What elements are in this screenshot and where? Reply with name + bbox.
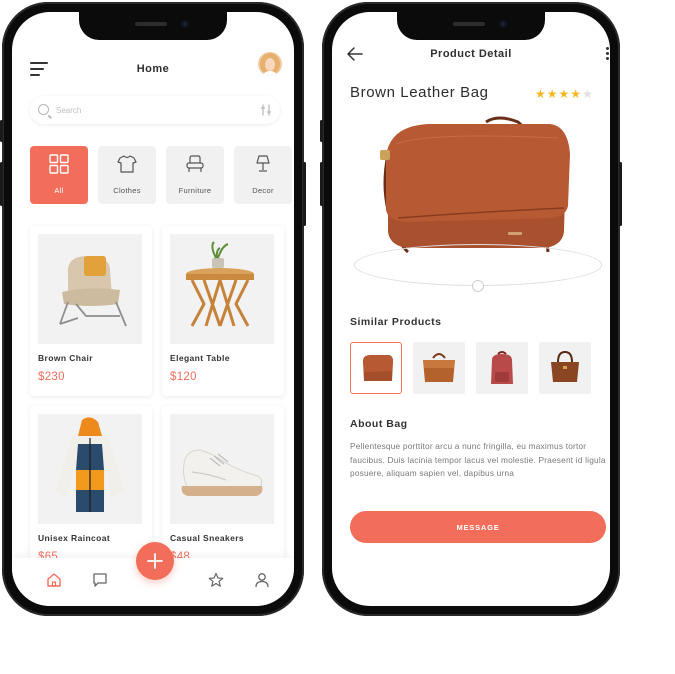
lamp-icon xyxy=(256,155,270,172)
similar-products-heading: Similar Products xyxy=(350,316,442,328)
star-icon[interactable] xyxy=(208,572,224,588)
category-label: Decor xyxy=(252,186,274,195)
category-label: Furniture xyxy=(178,186,212,195)
more-options-icon[interactable] xyxy=(606,47,610,62)
star-filled-icon: ★ xyxy=(570,87,582,101)
search-bar xyxy=(30,96,280,124)
similar-product-4[interactable] xyxy=(539,342,591,394)
product-card-casual-sneakers[interactable]: Casual Sneakers $48 xyxy=(162,406,284,576)
side-button xyxy=(320,162,323,206)
side-button xyxy=(619,162,622,226)
category-label: All xyxy=(54,186,64,195)
avatar[interactable] xyxy=(258,52,282,76)
product-name: Elegant Table xyxy=(170,353,230,363)
home-header: Home xyxy=(12,50,294,90)
home-screen: Home All xyxy=(12,12,294,606)
chat-icon[interactable] xyxy=(92,572,108,588)
bag-thumbnail xyxy=(363,355,393,381)
side-button xyxy=(303,162,306,226)
add-icon xyxy=(147,553,163,569)
star-filled-icon: ★ xyxy=(535,87,546,101)
product-price: $120 xyxy=(170,371,197,383)
detail-phone-frame: Product Detail Brown Leather Bag ★★★★★ S… xyxy=(320,2,622,616)
product-card-elegant-table[interactable]: Elegant Table $120 xyxy=(162,226,284,396)
message-button[interactable]: MESSAGE xyxy=(350,511,606,543)
home-phone-frame: Home All xyxy=(0,2,306,616)
star-filled-icon: ★ xyxy=(558,87,570,101)
side-button xyxy=(0,162,3,206)
grid-icon xyxy=(49,154,69,174)
category-furniture[interactable]: Furniture xyxy=(166,146,224,204)
table-image xyxy=(170,234,274,344)
product-card-unisex-raincoat[interactable]: Unisex Raincoat $65 xyxy=(30,406,152,576)
product-name: Brown Chair xyxy=(38,353,93,363)
about-description: Pellentesque porttitor arcu a nunc fring… xyxy=(350,441,606,478)
similar-product-1[interactable] xyxy=(350,342,402,394)
side-button xyxy=(0,120,3,142)
rotation-handle[interactable] xyxy=(472,280,484,292)
search-input[interactable] xyxy=(56,102,246,118)
armchair-icon xyxy=(186,155,204,172)
product-name: Casual Sneakers xyxy=(170,533,245,543)
side-button xyxy=(320,120,323,142)
category-decor[interactable]: Decor xyxy=(234,146,292,204)
star-filled-icon: ★ xyxy=(546,87,558,101)
rating-stars: ★★★★★ xyxy=(535,85,594,103)
similar-product-2[interactable] xyxy=(413,342,465,394)
brown-leather-bag-image xyxy=(380,116,570,254)
add-button[interactable] xyxy=(136,542,174,580)
product-price: $230 xyxy=(38,371,65,383)
user-icon[interactable] xyxy=(254,572,270,588)
chair-image xyxy=(38,234,142,344)
home-icon[interactable] xyxy=(46,572,62,588)
star-empty-icon: ★ xyxy=(582,87,593,101)
similar-product-3[interactable] xyxy=(476,342,528,394)
phone-notch xyxy=(397,12,545,40)
bag-thumbnail xyxy=(423,353,455,382)
category-label: Clothes xyxy=(113,186,141,195)
product-name: Unisex Raincoat xyxy=(38,533,111,543)
category-all[interactable]: All xyxy=(30,146,88,204)
handbag-thumbnail xyxy=(551,350,579,382)
phone-notch xyxy=(79,12,227,40)
backpack-thumbnail xyxy=(491,351,513,384)
product-detail-screen: Product Detail Brown Leather Bag ★★★★★ S… xyxy=(332,12,610,606)
about-heading: About Bag xyxy=(350,418,408,430)
shirt-icon xyxy=(117,155,137,173)
product-title: Brown Leather Bag xyxy=(350,84,489,101)
product-card-brown-chair[interactable]: Brown Chair $230 xyxy=(30,226,152,396)
page-title: Product Detail xyxy=(430,48,512,60)
sneaker-image xyxy=(170,414,274,524)
raincoat-image xyxy=(38,414,142,524)
category-clothes[interactable]: Clothes xyxy=(98,146,156,204)
page-title: Home xyxy=(136,63,170,75)
filter-icon[interactable] xyxy=(260,104,272,116)
search-icon xyxy=(38,104,49,115)
